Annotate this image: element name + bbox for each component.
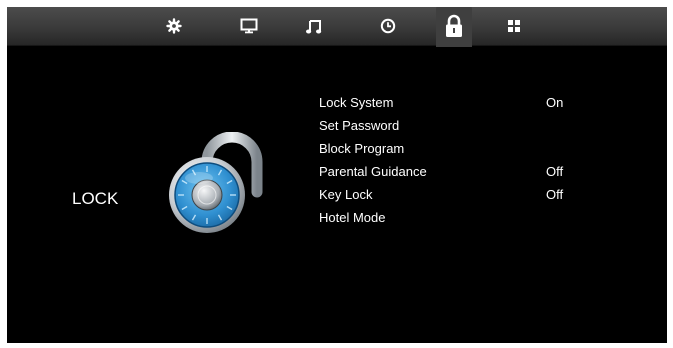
menu-item-key-lock[interactable]: Key Lock Off bbox=[319, 183, 619, 206]
menu-item-label: Parental Guidance bbox=[319, 164, 427, 179]
menu-item-set-password[interactable]: Set Password bbox=[319, 114, 619, 137]
lock-settings-menu: Lock System On Set Password Block Progra… bbox=[319, 91, 619, 229]
tv-menu-screen: LOCK Lock System On Set Password Block P… bbox=[7, 7, 667, 343]
menu-item-label: Hotel Mode bbox=[319, 210, 386, 225]
menu-item-block-program[interactable]: Block Program bbox=[319, 137, 619, 160]
menu-item-label: Block Program bbox=[319, 141, 405, 156]
menu-item-label: Set Password bbox=[319, 118, 400, 133]
tab-picture[interactable] bbox=[231, 7, 267, 45]
padlock-icon bbox=[446, 14, 462, 37]
menu-item-lock-system[interactable]: Lock System On bbox=[319, 91, 619, 114]
menu-item-parental-guidance[interactable]: Parental Guidance Off bbox=[319, 160, 619, 183]
music-note-icon bbox=[306, 20, 322, 34]
menu-item-hotel-mode[interactable]: Hotel Mode bbox=[319, 206, 619, 229]
menu-tab-bar bbox=[7, 7, 667, 47]
tab-sound[interactable] bbox=[296, 7, 332, 45]
menu-item-value: Off bbox=[546, 187, 564, 202]
menu-item-label: Key Lock bbox=[319, 187, 373, 202]
padlock-icon bbox=[169, 132, 263, 233]
tab-lock[interactable] bbox=[436, 7, 472, 47]
tab-setup[interactable] bbox=[156, 7, 192, 45]
grid-icon bbox=[508, 20, 520, 32]
tab-app[interactable] bbox=[496, 7, 532, 45]
monitor-icon bbox=[240, 18, 258, 34]
tab-time[interactable] bbox=[370, 7, 406, 45]
section-title: LOCK bbox=[72, 189, 119, 208]
menu-item-value: On bbox=[546, 95, 564, 110]
clock-icon bbox=[380, 18, 396, 34]
menu-item-value: Off bbox=[546, 164, 564, 179]
gear-icon bbox=[166, 18, 182, 34]
menu-item-label: Lock System bbox=[319, 95, 394, 110]
